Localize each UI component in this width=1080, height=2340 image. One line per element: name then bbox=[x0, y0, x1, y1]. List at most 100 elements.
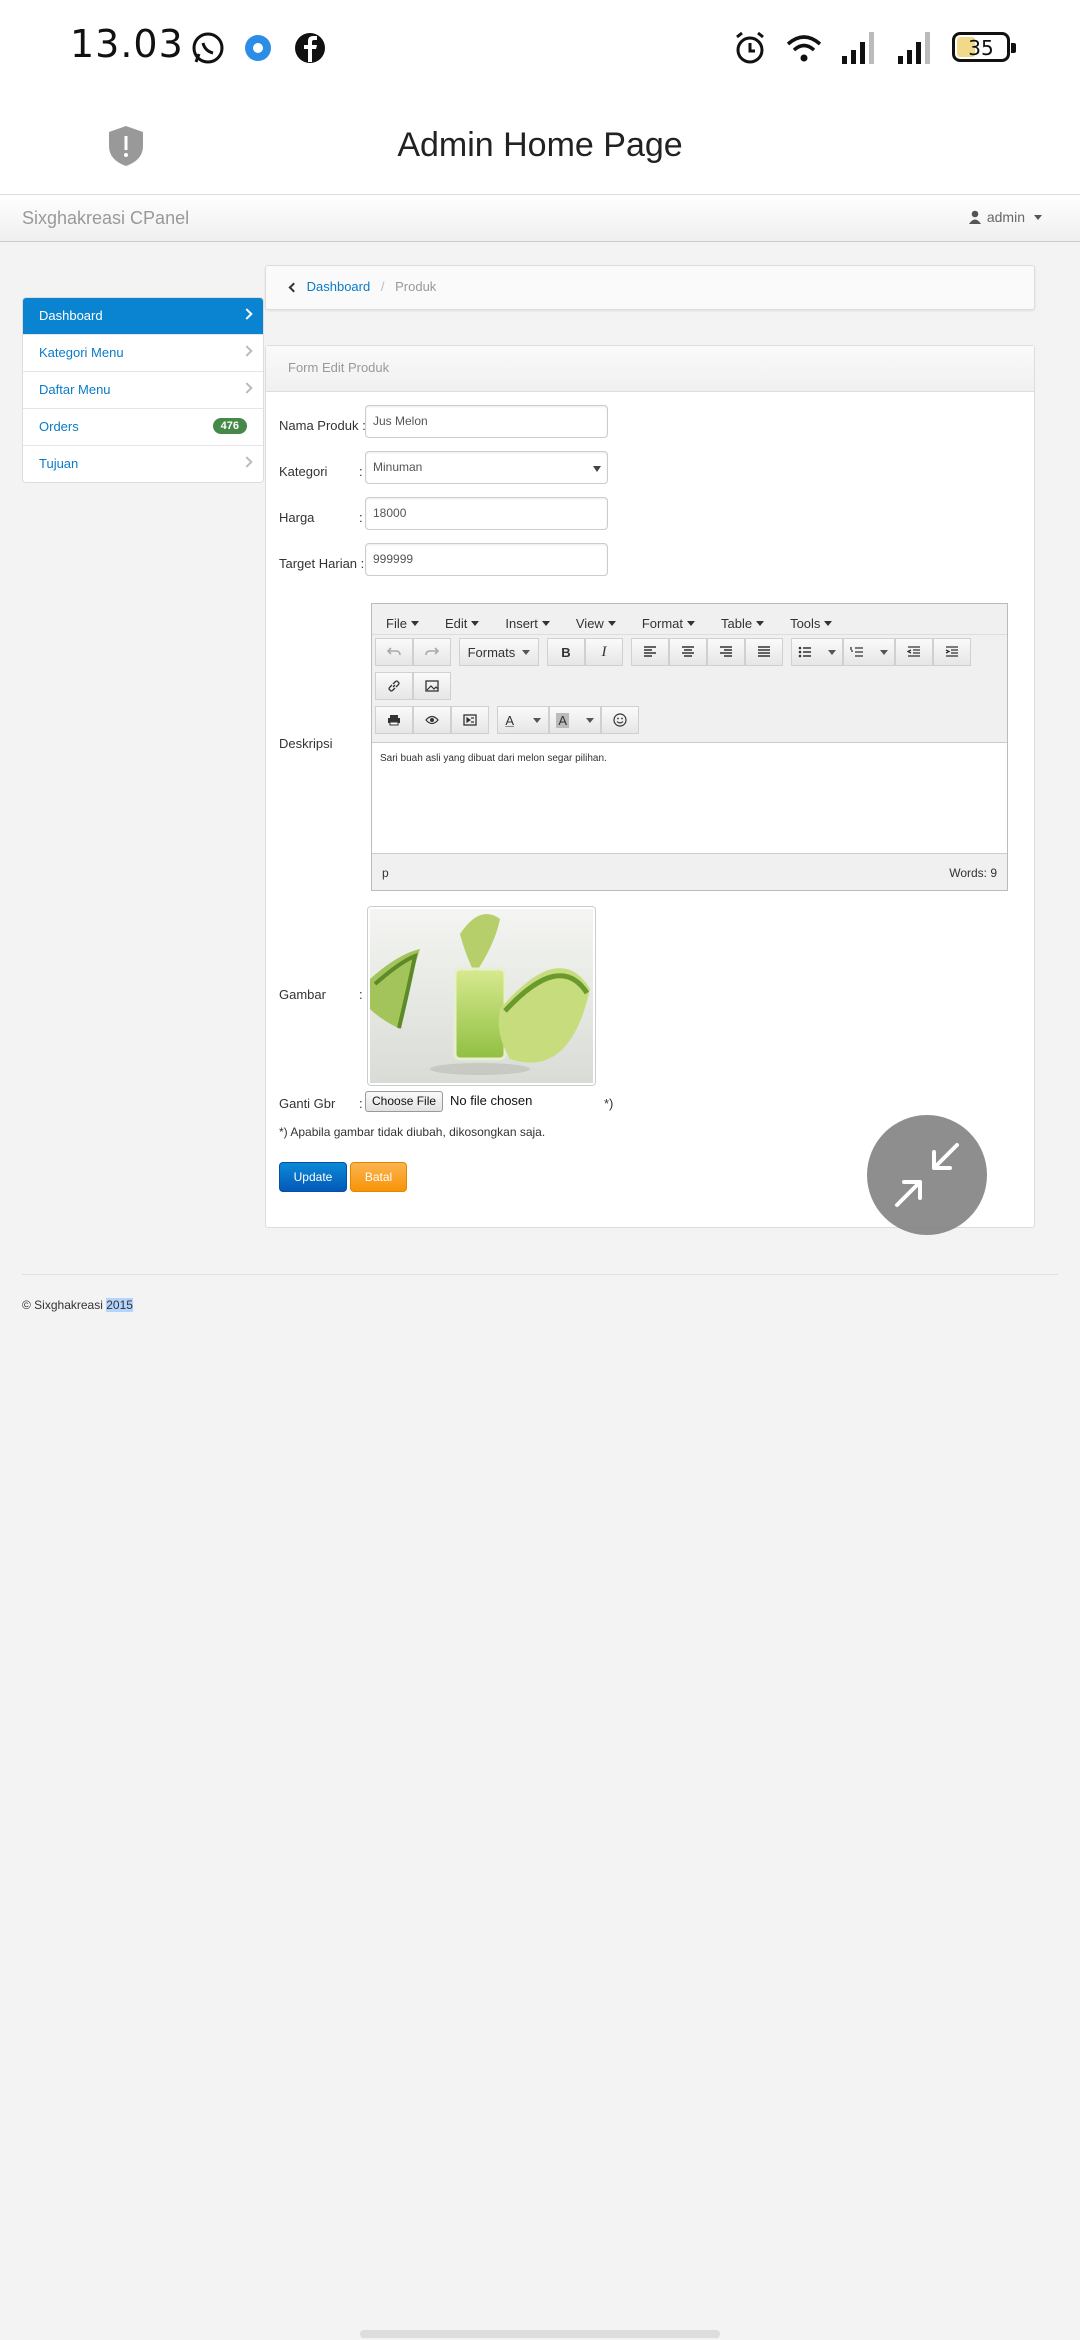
editor-content-area[interactable]: Sari buah asli yang dibuat dari melon se… bbox=[372, 742, 1007, 854]
align-center-icon[interactable] bbox=[669, 638, 707, 666]
align-right-icon[interactable] bbox=[707, 638, 745, 666]
outdent-icon[interactable] bbox=[895, 638, 933, 666]
battery-level: 35 bbox=[968, 36, 994, 60]
link-icon[interactable] bbox=[375, 672, 413, 700]
menu-view[interactable]: View bbox=[576, 612, 616, 634]
cancel-button[interactable]: Batal bbox=[350, 1162, 407, 1192]
choose-file-button[interactable]: Choose File bbox=[365, 1091, 444, 1112]
background-color-button[interactable]: A bbox=[549, 706, 601, 734]
file-status: No file chosen bbox=[450, 1093, 533, 1108]
user-name: admin bbox=[986, 209, 1025, 225]
sidebar-item-label: Tujuan bbox=[39, 456, 79, 471]
gambar-label: Gambar bbox=[279, 987, 326, 1002]
editor-path: p bbox=[382, 866, 389, 880]
harga-input[interactable]: 18000 bbox=[365, 497, 608, 530]
chevron-right-icon bbox=[241, 456, 253, 468]
sidebar-item-label: Dashboard bbox=[39, 308, 103, 323]
image-note: *) Apabila gambar tidak diubah, dikosong… bbox=[279, 1125, 546, 1139]
bold-button[interactable]: B bbox=[547, 638, 585, 666]
wifi-icon bbox=[786, 35, 822, 62]
footer-divider bbox=[22, 1274, 1058, 1275]
brand-link[interactable]: Sixghakreasi CPanel bbox=[22, 208, 189, 229]
home-indicator[interactable] bbox=[360, 2330, 720, 2338]
colon: : bbox=[359, 464, 363, 479]
editor-toolbar-row: A A bbox=[375, 706, 645, 734]
sidebar-item-tujuan[interactable]: Tujuan bbox=[23, 445, 263, 482]
sidebar-item-orders[interactable]: Orders 476 bbox=[23, 408, 263, 445]
user-icon bbox=[968, 210, 981, 224]
sidebar-item-daftar-menu[interactable]: Daftar Menu bbox=[23, 371, 263, 408]
melon-juice-image bbox=[370, 909, 593, 1083]
image-icon[interactable] bbox=[413, 672, 451, 700]
chevron-right-icon bbox=[241, 308, 253, 320]
menu-edit[interactable]: Edit bbox=[445, 612, 480, 634]
text-color-label: A bbox=[505, 712, 514, 728]
text-color-button[interactable]: A bbox=[497, 706, 549, 734]
background-color-label: A bbox=[556, 712, 569, 728]
sidebar: Dashboard Kategori Menu Daftar Menu Orde… bbox=[22, 297, 264, 483]
sidebar-item-label: Daftar Menu bbox=[39, 382, 111, 397]
kategori-label: Kategori bbox=[279, 464, 328, 479]
battery-icon: 35 bbox=[952, 32, 1016, 62]
redo-icon[interactable] bbox=[413, 638, 451, 666]
status-bar: 13.03 35 bbox=[0, 0, 1080, 96]
chevron-right-icon bbox=[241, 345, 253, 357]
menu-tools[interactable]: Tools bbox=[790, 612, 833, 634]
chat-bubble-icon bbox=[245, 35, 271, 61]
signal-icon bbox=[842, 32, 874, 64]
menu-file[interactable]: File bbox=[386, 612, 419, 634]
orders-count-badge: 476 bbox=[212, 418, 247, 434]
editor-toolbar-row: Formats B I bbox=[375, 638, 977, 666]
target-harian-input[interactable]: 999999 bbox=[365, 543, 608, 576]
kategori-selected-value: Minuman bbox=[373, 460, 423, 474]
user-menu[interactable]: admin bbox=[968, 209, 1042, 225]
print-icon[interactable] bbox=[375, 706, 413, 734]
preview-icon[interactable] bbox=[413, 706, 451, 734]
status-time: 13.03 bbox=[70, 22, 184, 66]
chevron-down-icon bbox=[1034, 214, 1042, 220]
footer-copyright: © Sixghakreasi bbox=[22, 1298, 107, 1312]
breadcrumb: Dashboard / Produk bbox=[265, 265, 1035, 310]
title-bar: Admin Home Page bbox=[0, 96, 1080, 194]
align-justify-icon[interactable] bbox=[745, 638, 783, 666]
editor-statusbar: p Words: 9 bbox=[372, 855, 1007, 890]
breadcrumb-separator: / bbox=[380, 279, 385, 294]
page-title: Admin Home Page bbox=[397, 126, 683, 164]
menu-insert[interactable]: Insert bbox=[505, 612, 550, 634]
align-left-icon[interactable] bbox=[631, 638, 669, 666]
chevron-right-icon bbox=[241, 382, 253, 394]
colon: : bbox=[359, 510, 363, 525]
minimize-floating-button[interactable] bbox=[867, 1115, 987, 1235]
kategori-select[interactable]: Minuman bbox=[365, 451, 608, 484]
menu-table[interactable]: Table bbox=[721, 612, 765, 634]
media-icon[interactable] bbox=[451, 706, 489, 734]
menu-format[interactable]: Format bbox=[642, 612, 695, 634]
footer-year: 2015 bbox=[106, 1298, 133, 1312]
note-marker: *) bbox=[604, 1096, 614, 1111]
nama-produk-label: Nama Produk : bbox=[279, 418, 366, 433]
top-navbar: Sixghakreasi CPanel admin bbox=[0, 194, 1080, 242]
dropdown-arrow-icon bbox=[593, 466, 601, 472]
panel-title: Form Edit Produk bbox=[266, 346, 1034, 392]
nama-produk-input[interactable]: Jus Melon bbox=[365, 405, 608, 438]
sidebar-item-label: Orders bbox=[39, 419, 79, 434]
emoticon-icon[interactable] bbox=[601, 706, 639, 734]
breadcrumb-dashboard-link[interactable]: Dashboard bbox=[307, 279, 371, 294]
indent-icon[interactable] bbox=[933, 638, 971, 666]
italic-button[interactable]: I bbox=[585, 638, 623, 666]
deskripsi-label: Deskripsi bbox=[279, 736, 333, 751]
sidebar-item-kategori-menu[interactable]: Kategori Menu bbox=[23, 334, 263, 371]
signal-icon bbox=[898, 32, 930, 64]
chevron-left-icon bbox=[288, 282, 299, 293]
target-harian-label: Target Harian : bbox=[279, 556, 365, 571]
editor-toolbar-row bbox=[375, 672, 457, 700]
editor-menubar: File Edit Insert View Format Table Tools bbox=[372, 604, 1007, 635]
numbered-list-icon[interactable] bbox=[843, 638, 895, 666]
formats-dropdown[interactable]: Formats bbox=[459, 638, 539, 666]
product-image bbox=[367, 906, 596, 1086]
sidebar-item-dashboard[interactable]: Dashboard bbox=[23, 298, 263, 334]
update-button[interactable]: Update bbox=[279, 1162, 347, 1192]
bullet-list-icon[interactable] bbox=[791, 638, 843, 666]
whatsapp-icon bbox=[192, 32, 224, 64]
undo-icon[interactable] bbox=[375, 638, 413, 666]
